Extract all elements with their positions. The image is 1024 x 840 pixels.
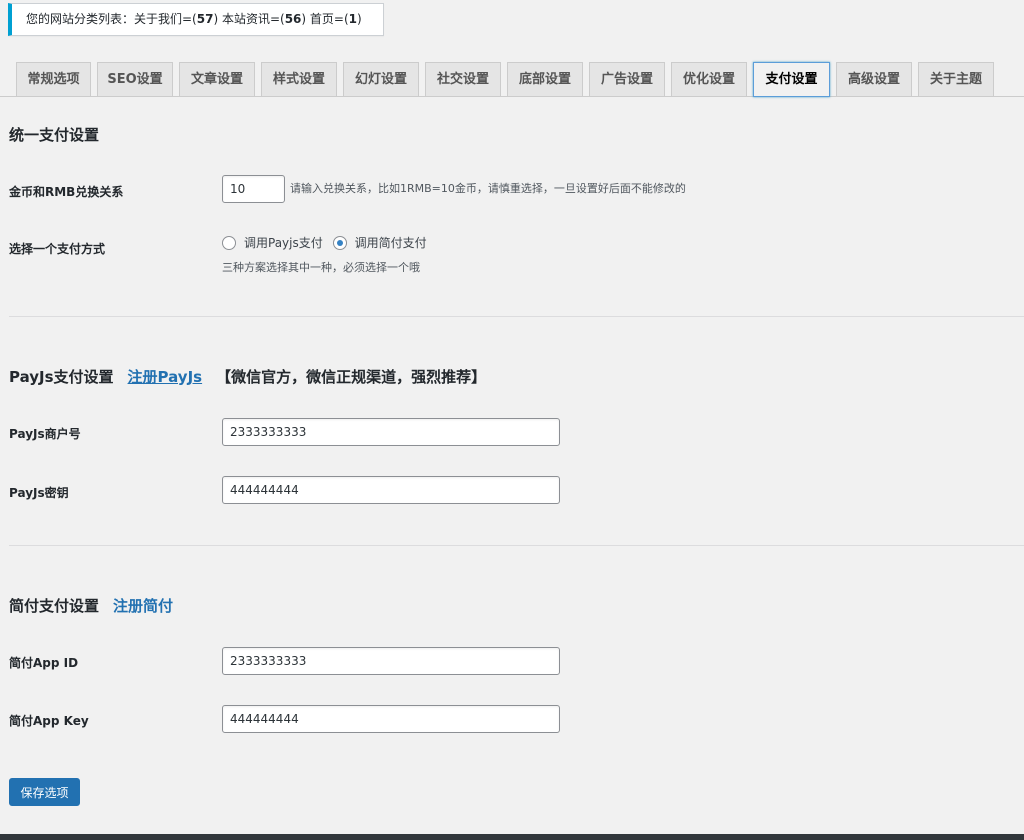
payjs-section-title: PayJs支付设置 注册PayJs 【微信官方，微信正规渠道，强烈推荐】 bbox=[9, 366, 486, 387]
notice-count-about: 57 bbox=[196, 12, 214, 26]
payjs-key-input[interactable] bbox=[222, 476, 560, 504]
notice-count-home: 1 bbox=[348, 12, 357, 26]
jianfu-section-title: 简付支付设置 注册简付 bbox=[9, 595, 173, 616]
payment-method-radios: 调用Payjs支付 调用简付支付 bbox=[222, 234, 433, 252]
section-divider bbox=[9, 316, 1024, 317]
rate-input[interactable] bbox=[222, 175, 285, 203]
radio-payjs[interactable] bbox=[222, 235, 236, 250]
rate-label: 金币和RMB兑换关系 bbox=[9, 185, 124, 199]
payjs-merchant-label: PayJs商户号 bbox=[9, 427, 81, 441]
jianfu-register-link[interactable]: 注册简付 bbox=[113, 597, 173, 615]
tab-advanced[interactable]: 高级设置 bbox=[836, 62, 912, 96]
tab-general[interactable]: 常规选项 bbox=[16, 62, 91, 96]
tab-payment[interactable]: 支付设置 bbox=[753, 62, 830, 97]
section-divider bbox=[9, 545, 1024, 546]
notice-mid1: ) 本站资讯=( bbox=[213, 12, 285, 26]
tab-article[interactable]: 文章设置 bbox=[179, 62, 255, 96]
payjs-note: 【微信官方，微信正规渠道，强烈推荐】 bbox=[216, 368, 487, 386]
method-label: 选择一个支付方式 bbox=[9, 242, 106, 256]
settings-tabs: 常规选项 SEO设置 文章设置 样式设置 幻灯设置 社交设置 底部设置 广告设置… bbox=[0, 62, 1024, 97]
notice-count-news: 56 bbox=[284, 12, 302, 26]
notice-mid2: ) 首页=( bbox=[301, 12, 349, 26]
jianfu-appid-input[interactable] bbox=[222, 647, 560, 675]
tab-ads[interactable]: 广告设置 bbox=[589, 62, 665, 96]
payjs-register-link[interactable]: 注册PayJs bbox=[128, 368, 203, 386]
notice-suffix: ) bbox=[356, 12, 362, 26]
method-hint: 三种方案选择其中一种，必须选择一个哦 bbox=[222, 261, 420, 274]
tab-footer[interactable]: 底部设置 bbox=[507, 62, 583, 96]
jianfu-appkey-label: 简付App Key bbox=[9, 714, 89, 728]
radio-jianfu[interactable] bbox=[332, 235, 347, 250]
radio-jianfu-label: 调用简付支付 bbox=[354, 236, 427, 250]
payjs-title: PayJs支付设置 bbox=[9, 368, 114, 386]
jianfu-title: 简付支付设置 bbox=[9, 597, 100, 615]
unified-section-title: 统一支付设置 bbox=[9, 126, 100, 144]
tab-social[interactable]: 社交设置 bbox=[425, 62, 501, 96]
tab-optimize[interactable]: 优化设置 bbox=[671, 62, 747, 96]
jianfu-appkey-input[interactable] bbox=[222, 705, 560, 733]
category-notice: 您的网站分类列表：关于我们=(57) 本站资讯=(56) 首页=(1) bbox=[8, 3, 384, 36]
save-options-button[interactable]: 保存选项 bbox=[9, 778, 80, 806]
bottom-bar bbox=[0, 834, 1024, 840]
payjs-merchant-input[interactable] bbox=[222, 418, 560, 446]
tab-seo[interactable]: SEO设置 bbox=[97, 62, 173, 96]
rate-hint: 请输入兑换关系，比如1RMB=10金币，请慎重选择，一旦设置好后面不能修改的 bbox=[290, 182, 686, 195]
radio-payjs-option[interactable]: 调用Payjs支付 bbox=[222, 234, 323, 251]
tab-style[interactable]: 样式设置 bbox=[261, 62, 337, 96]
notice-prefix: 您的网站分类列表：关于我们=( bbox=[26, 12, 197, 26]
radio-payjs-label: 调用Payjs支付 bbox=[244, 236, 323, 250]
jianfu-appid-label: 简付App ID bbox=[9, 656, 79, 670]
radio-jianfu-option[interactable]: 调用简付支付 bbox=[332, 234, 427, 251]
tab-about-theme[interactable]: 关于主题 bbox=[918, 62, 994, 96]
tab-slider[interactable]: 幻灯设置 bbox=[343, 62, 419, 96]
payjs-key-label: PayJs密钥 bbox=[9, 486, 69, 500]
